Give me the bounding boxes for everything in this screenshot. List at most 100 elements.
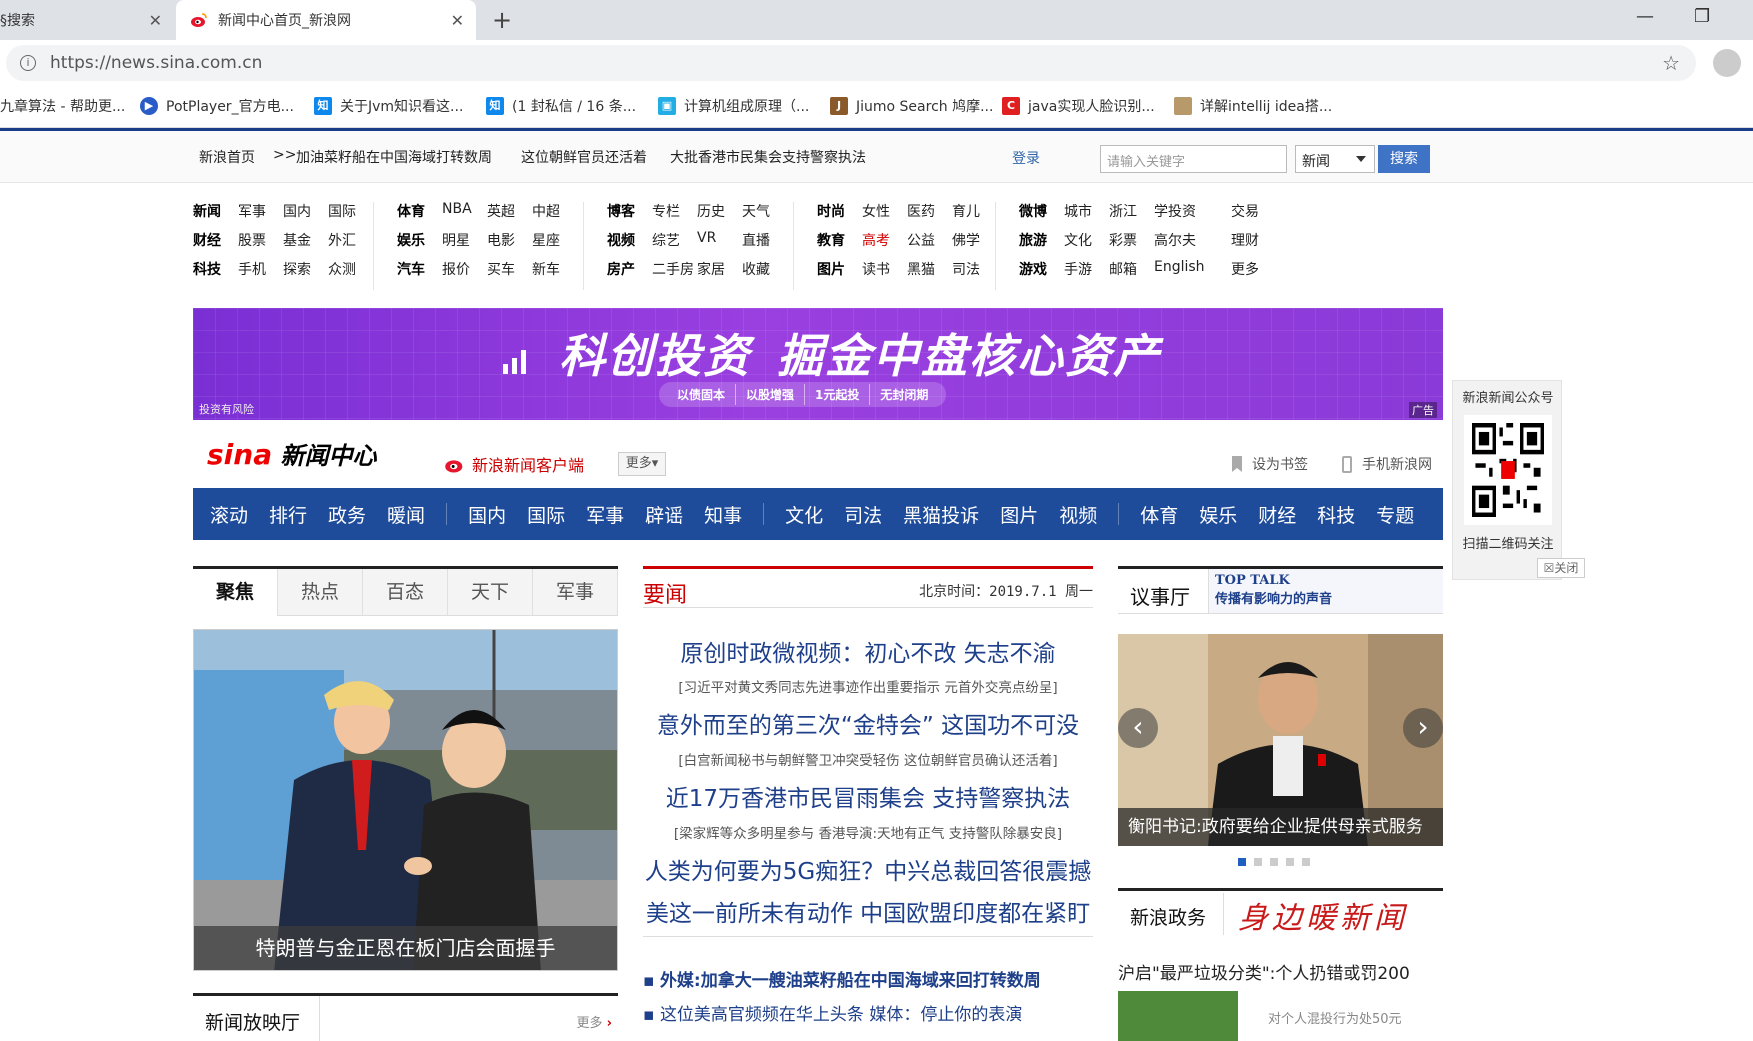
channel-link[interactable]: 科技: [193, 259, 221, 279]
channel-link[interactable]: 房产: [607, 259, 635, 279]
warm-news-logo[interactable]: 身边暖新闻: [1223, 893, 1443, 936]
channel-link[interactable]: 基金: [283, 230, 311, 250]
main-nav-item[interactable]: 财经: [1258, 501, 1296, 528]
headline-link[interactable]: 美这一前所未有动作 中国欧盟印度都在紧盯: [643, 894, 1093, 928]
channel-link[interactable]: 公益: [907, 230, 935, 250]
channel-link[interactable]: 买车: [487, 259, 515, 279]
channel-link[interactable]: 历史: [697, 201, 725, 221]
channel-link[interactable]: 手机: [238, 259, 266, 279]
channel-link[interactable]: 彩票: [1109, 230, 1137, 250]
bookmark-item[interactable]: J Jiumo Search 鸠摩...: [830, 96, 993, 116]
channel-link[interactable]: 时尚: [817, 201, 845, 221]
main-nav-item[interactable]: 司法: [844, 501, 882, 528]
channel-link[interactable]: 中超: [532, 201, 560, 221]
main-nav-item[interactable]: 视频: [1059, 501, 1097, 528]
channel-link[interactable]: 文化: [1064, 230, 1092, 250]
channel-link[interactable]: 国际: [328, 201, 356, 221]
channel-link[interactable]: 浙江: [1109, 201, 1137, 221]
home-link[interactable]: 新浪首页: [199, 147, 255, 167]
main-nav-item[interactable]: 科技: [1317, 501, 1355, 528]
bookmark-link[interactable]: 设为书签: [1232, 454, 1308, 474]
main-nav-item[interactable]: 知事: [704, 501, 742, 528]
channel-link[interactable]: 微博: [1019, 201, 1047, 221]
carousel-dot[interactable]: [1302, 858, 1310, 866]
channel-link[interactable]: 星座: [532, 230, 560, 250]
channel-link[interactable]: 家居: [697, 259, 725, 279]
channel-link[interactable]: 体育: [397, 201, 425, 221]
bookmark-item[interactable]: Cjava实现人脸识别...: [1002, 96, 1155, 116]
search-scope-select[interactable]: 新闻: [1295, 145, 1375, 173]
channel-link[interactable]: 理财: [1231, 230, 1259, 250]
channel-link[interactable]: 综艺: [652, 230, 680, 250]
sub-headline-link[interactable]: [白宫新闻秘书与朝鲜警卫冲突受轻伤 这位朝鲜官员确认还活着]: [643, 749, 1093, 769]
main-nav-item[interactable]: 排行: [269, 501, 307, 528]
browser-tab-search[interactable]: §搜索 ✕: [0, 0, 174, 40]
tab-military[interactable]: 军事: [533, 569, 618, 616]
main-nav-item[interactable]: 娱乐: [1199, 501, 1237, 528]
channel-link[interactable]: 国内: [283, 201, 311, 221]
bookmark-item[interactable]: ▶ PotPlayer_官方电...: [140, 96, 294, 116]
channel-link[interactable]: 交易: [1231, 201, 1259, 221]
channel-link[interactable]: 新闻: [193, 201, 221, 221]
channel-link[interactable]: 股票: [238, 230, 266, 250]
channel-link[interactable]: NBA: [442, 201, 472, 217]
channel-link[interactable]: 直播: [742, 230, 770, 250]
main-nav-item[interactable]: 黑猫投诉: [903, 501, 979, 528]
tab-focus[interactable]: 聚焦: [193, 569, 278, 616]
channel-link[interactable]: VR: [697, 230, 716, 246]
chevron-left-icon[interactable]: ‹: [1118, 708, 1158, 748]
main-nav-item[interactable]: 图片: [1000, 501, 1038, 528]
mobile-link[interactable]: 手机新浪网: [1342, 454, 1432, 474]
star-icon[interactable]: ☆: [1662, 51, 1680, 75]
channel-link[interactable]: 军事: [238, 201, 266, 221]
channel-link[interactable]: 明星: [442, 230, 470, 250]
ad-banner[interactable]: 科创投资 掘金中盘核心资产 以债固本 以股增强 1元起投 无封闭期 投资有风险 …: [193, 308, 1443, 420]
channel-link[interactable]: 城市: [1064, 201, 1092, 221]
channel-link[interactable]: 图片: [817, 259, 845, 279]
channel-link[interactable]: 游戏: [1019, 259, 1047, 279]
client-link[interactable]: 新浪新闻客户端: [444, 452, 584, 476]
channel-link[interactable]: 教育: [817, 230, 845, 250]
channel-link[interactable]: 手游: [1064, 259, 1092, 279]
main-nav-item[interactable]: 体育: [1140, 501, 1178, 528]
search-button[interactable]: 搜索: [1378, 145, 1430, 173]
tab-life[interactable]: 百态: [363, 569, 448, 616]
channel-link[interactable]: 高考: [862, 230, 890, 250]
channel-link[interactable]: 读书: [862, 259, 890, 279]
channel-link[interactable]: 天气: [742, 201, 770, 221]
close-icon[interactable]: ✕: [149, 11, 162, 30]
main-nav-item[interactable]: 国内: [468, 501, 506, 528]
channel-link[interactable]: 众测: [328, 259, 356, 279]
news-item[interactable]: ▪ 这位美高官频频在华上头条 媒体：停止你的表演: [643, 1000, 1022, 1025]
headline-link[interactable]: 意外而至的第三次“金特会” 这国功不可没: [643, 706, 1093, 740]
channel-link[interactable]: English: [1154, 259, 1205, 275]
channel-link[interactable]: 娱乐: [397, 230, 425, 250]
qr-close-button[interactable]: ☒关闭: [1537, 558, 1585, 578]
headline-link[interactable]: 近17万香港市民冒雨集会 支持警察执法: [643, 779, 1093, 813]
main-nav-item[interactable]: 政务: [328, 501, 366, 528]
more-dropdown[interactable]: 更多▾: [618, 452, 666, 476]
channel-link[interactable]: 视频: [607, 230, 635, 250]
news-item[interactable]: ▪ 外媒:加拿大一艘油菜籽船在中国海域来回打转数周: [643, 966, 1041, 991]
sina-news-logo[interactable]: sina 新闻中心: [207, 436, 376, 471]
news-thumbnail[interactable]: [1118, 991, 1238, 1041]
channel-link[interactable]: 学投资: [1154, 201, 1196, 221]
channel-link[interactable]: 邮箱: [1109, 259, 1137, 279]
channel-link[interactable]: 博客: [607, 201, 635, 221]
carousel-dot[interactable]: [1238, 858, 1246, 866]
sub-headline-link[interactable]: [梁家辉等众多明星参与 香港导演:天地有正气 支持警队除暴安良]: [643, 822, 1093, 842]
channel-link[interactable]: 外汇: [328, 230, 356, 250]
bookmark-item[interactable]: 知关于Jvm知识看这...: [314, 96, 463, 116]
talk-photo[interactable]: ‹ › 衡阳书记:政府要给企业提供母亲式服务: [1118, 634, 1443, 846]
bookmark-item[interactable]: ▣ 计算机组成原理（...: [658, 96, 809, 116]
channel-link[interactable]: 高尔夫: [1154, 230, 1196, 250]
channel-link[interactable]: 二手房: [652, 259, 694, 279]
restore-icon[interactable]: ❐: [1694, 6, 1710, 27]
login-link[interactable]: 登录: [1012, 148, 1040, 168]
main-nav-item[interactable]: 专题: [1376, 501, 1414, 528]
channel-link[interactable]: 收藏: [742, 259, 770, 279]
carousel-dot[interactable]: [1286, 858, 1294, 866]
carousel-dot[interactable]: [1254, 858, 1262, 866]
chevron-right-icon[interactable]: ›: [1403, 708, 1443, 748]
bookmark-item[interactable]: 九章算法 - 帮助更...: [0, 96, 125, 116]
